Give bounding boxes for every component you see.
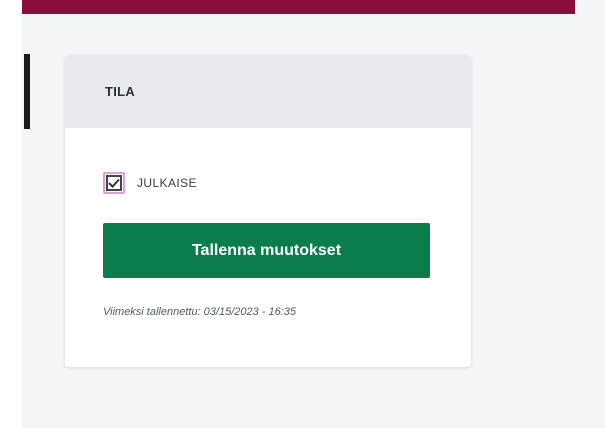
left-gutter — [0, 14, 22, 428]
publish-checkbox-row[interactable]: JULKAISE — [103, 172, 197, 194]
last-saved-text: Viimeksi tallennettu: 03/15/2023 - 16:35 — [103, 306, 297, 318]
save-changes-button[interactable]: Tallenna muutokset — [103, 223, 430, 278]
publish-checkbox[interactable] — [103, 172, 125, 194]
status-panel-title: TILA — [105, 84, 136, 99]
status-panel-header: TILA — [65, 55, 471, 128]
left-panel-edge — [24, 54, 30, 129]
top-accent-bar — [22, 0, 575, 14]
checkbox-box — [106, 175, 122, 191]
right-gutter — [575, 0, 605, 428]
publish-checkbox-label: JULKAISE — [137, 176, 197, 190]
status-panel: TILA JULKAISE Tallenna muutokset Viimeks… — [65, 55, 471, 367]
page: TILA JULKAISE Tallenna muutokset Viimeks… — [0, 0, 605, 428]
checkmark-icon — [108, 178, 120, 188]
